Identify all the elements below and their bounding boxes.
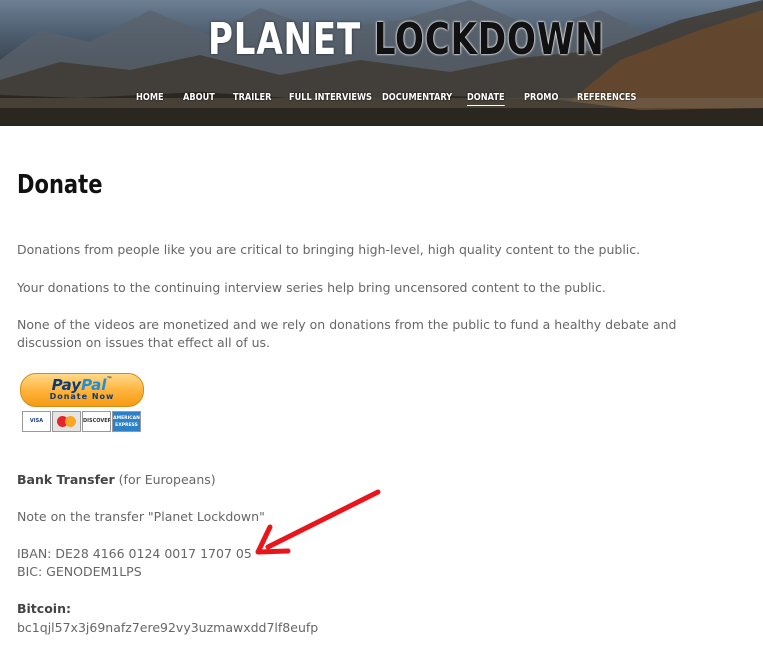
red-arrow-annotation bbox=[255, 489, 381, 555]
